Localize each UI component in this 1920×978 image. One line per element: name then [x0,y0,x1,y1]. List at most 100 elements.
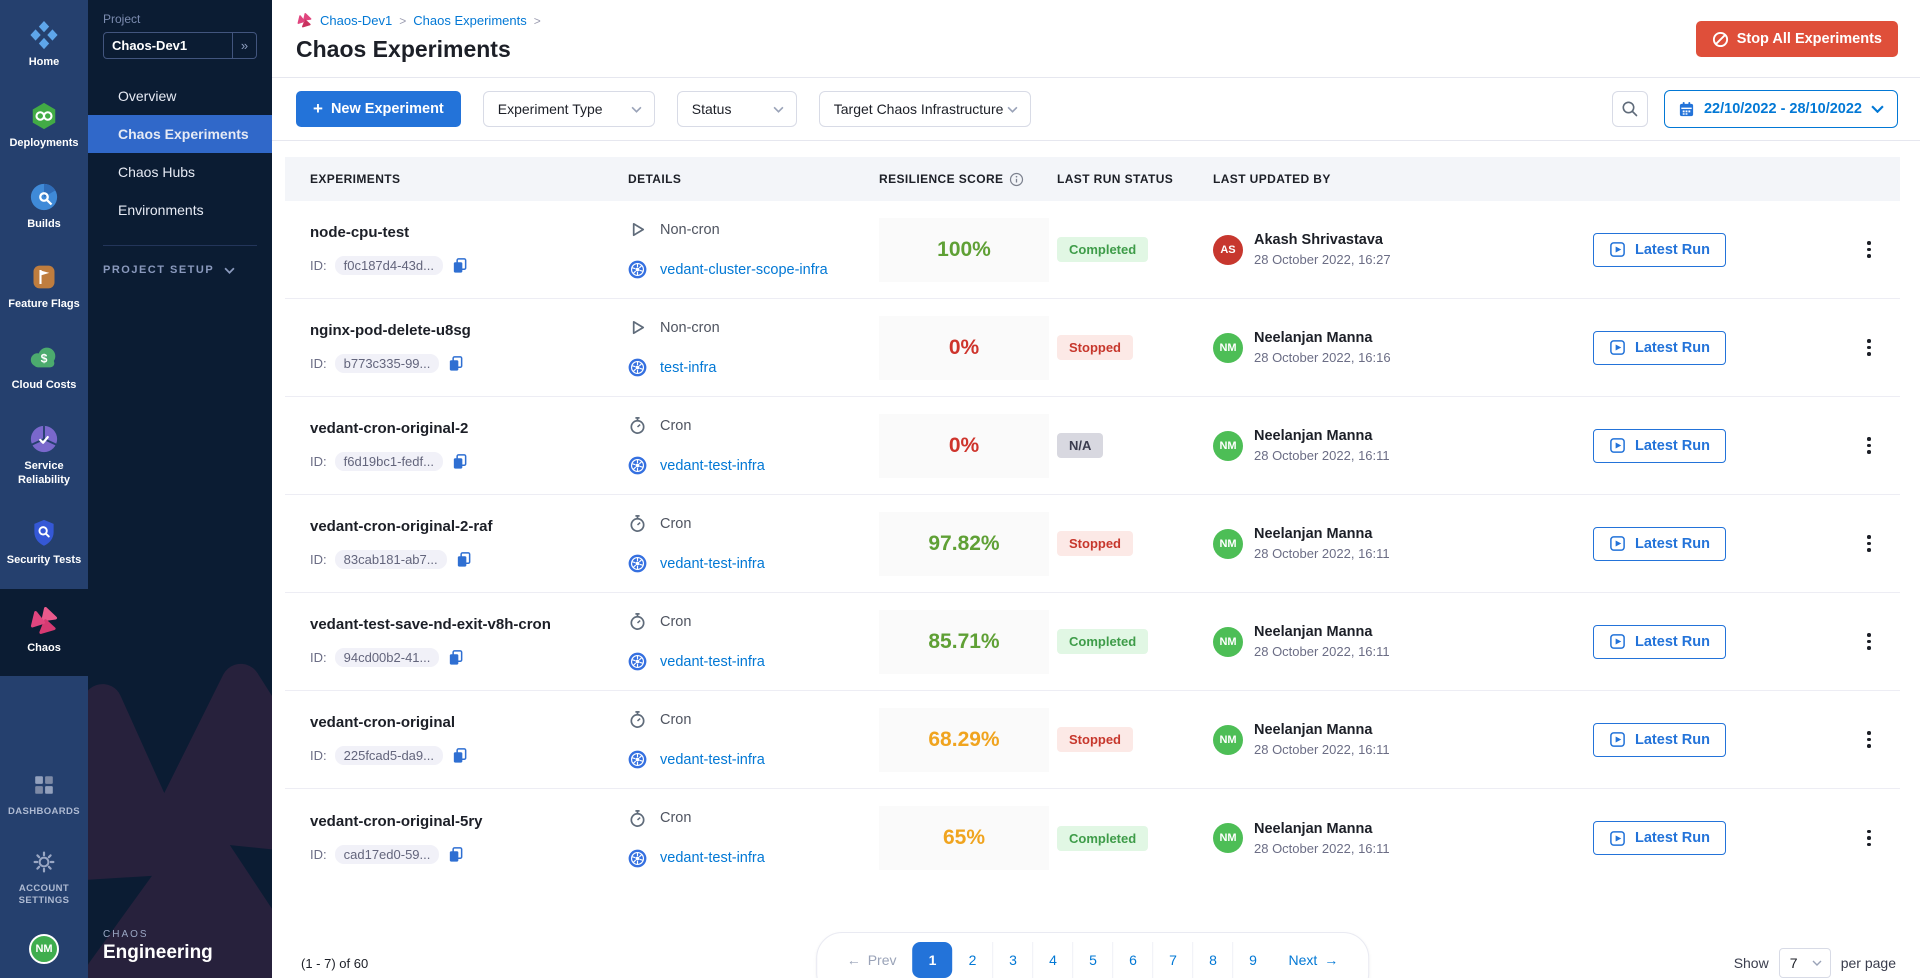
new-experiment-button[interactable]: + New Experiment [296,91,461,127]
updated-by-cell: AS Akash Shrivastava 28 October 2022, 16… [1213,232,1593,267]
infra-link[interactable]: vedant-test-infra [660,556,765,572]
copy-icon[interactable] [447,846,464,863]
latest-run-button[interactable]: Latest Run [1593,233,1726,267]
infra-link[interactable]: vedant-cluster-scope-infra [660,262,828,278]
kebab-menu[interactable] [1857,333,1881,362]
experiment-id: b773c335-99... [335,354,440,373]
latest-run-button[interactable]: Latest Run [1593,429,1726,463]
experiment-name[interactable]: vedant-cron-original-2 [310,420,628,437]
kebab-menu[interactable] [1857,235,1881,264]
schedule-icon [628,220,647,239]
run-icon [1609,339,1626,356]
nav-item-overview[interactable]: Overview [88,77,272,115]
user-avatar[interactable]: NM [29,934,59,964]
last-updated-date: 28 October 2022, 16:11 [1254,644,1390,659]
experiment-name[interactable]: vedant-cron-original [310,714,628,731]
project-selector[interactable]: Chaos-Dev1 » [103,32,257,59]
user-name: Neelanjan Manna [1254,624,1390,640]
infra-link[interactable]: vedant-test-infra [660,850,765,866]
cloud-costs-icon: $ [28,342,60,374]
schedule-icon [628,710,647,729]
kebab-menu[interactable] [1857,431,1881,460]
experiment-name[interactable]: nginx-pod-delete-u8sg [310,322,628,339]
per-page-select[interactable]: 7 [1779,948,1831,978]
date-range-picker[interactable]: 22/10/2022 - 28/10/2022 [1664,90,1898,128]
sidebar-item-feature-flags[interactable]: Feature Flags [0,252,88,321]
experiment-name[interactable]: vedant-cron-original-2-raf [310,518,628,535]
next-page-button[interactable]: Next → [1273,942,1355,978]
sidebar-item-deployments[interactable]: Deployments [0,91,88,160]
sidebar-item-account-settings[interactable]: ACCOUNT SETTINGS [0,837,88,916]
infra-link[interactable]: test-infra [660,360,716,376]
project-setup-toggle[interactable]: PROJECT SETUP [103,264,257,276]
experiment-name[interactable]: vedant-test-save-nd-exit-v8h-cron [310,616,628,633]
last-updated-date: 28 October 2022, 16:27 [1254,252,1391,267]
project-label: Project [103,12,257,26]
page-button-8[interactable]: 8 [1193,942,1233,978]
nav-item-chaos-hubs[interactable]: Chaos Hubs [88,153,272,191]
copy-icon[interactable] [447,649,464,666]
latest-run-button[interactable]: Latest Run [1593,625,1726,659]
user-name: Neelanjan Manna [1254,821,1390,837]
breadcrumb-project-link[interactable]: Chaos-Dev1 [320,13,392,28]
experiment-id: 94cd00b2-41... [335,648,440,667]
infra-link[interactable]: vedant-test-infra [660,458,765,474]
latest-run-button[interactable]: Latest Run [1593,821,1726,855]
page-button-1[interactable]: 1 [913,942,953,978]
kebab-menu[interactable] [1857,824,1881,853]
target-infrastructure-filter[interactable]: Target Chaos Infrastructure [819,91,1031,127]
sidebar-item-service-reliability[interactable]: Service Reliability [0,414,88,497]
page-button-4[interactable]: 4 [1033,942,1073,978]
sidebar-item-builds[interactable]: Builds [0,172,88,241]
copy-icon[interactable] [451,453,468,470]
latest-run-button[interactable]: Latest Run [1593,527,1726,561]
experiment-name[interactable]: node-cpu-test [310,224,628,241]
avatar: AS [1213,235,1243,265]
page-button-3[interactable]: 3 [993,942,1033,978]
schedule-icon [628,514,647,533]
sidebar-item-security-tests[interactable]: Security Tests [0,508,88,577]
status-cell: Stopped [1057,727,1213,752]
page-title: Chaos Experiments [296,36,1896,63]
chaos-module-icon [296,12,313,29]
info-icon[interactable] [1009,172,1024,187]
kebab-menu[interactable] [1857,529,1881,558]
breadcrumb-experiments-link[interactable]: Chaos Experiments [413,13,526,28]
schedule-icon [628,318,647,337]
latest-run-cell: Latest Run [1593,821,1838,855]
sidebar-item-cloud-costs[interactable]: $ Cloud Costs [0,333,88,402]
stop-all-experiments-button[interactable]: Stop All Experiments [1696,21,1898,57]
sidebar-item-chaos[interactable]: Chaos [0,589,88,676]
latest-run-button[interactable]: Latest Run [1593,723,1726,757]
experiment-name[interactable]: vedant-cron-original-5ry [310,813,628,830]
expand-project-icon[interactable]: » [232,33,256,58]
experiment-type-filter[interactable]: Experiment Type [483,91,655,127]
sidebar-item-dashboards[interactable]: DASHBOARDS [0,760,88,827]
kebab-menu[interactable] [1857,725,1881,754]
security-tests-icon [30,517,58,549]
copy-icon[interactable] [451,747,468,764]
page-button-5[interactable]: 5 [1073,942,1113,978]
kebab-menu[interactable] [1857,627,1881,656]
nav-item-chaos-experiments[interactable]: Chaos Experiments [88,115,272,153]
copy-icon[interactable] [451,257,468,274]
copy-icon[interactable] [455,551,472,568]
infra-link[interactable]: vedant-test-infra [660,752,765,768]
page-button-6[interactable]: 6 [1113,942,1153,978]
latest-run-button[interactable]: Latest Run [1593,331,1726,365]
sidebar-item-home[interactable]: Home [0,10,88,79]
status-filter[interactable]: Status [677,91,797,127]
pagination-bar: (1 - 7) of 60 ← Prev 1 2 3 4 5 6 7 8 9 N… [285,922,1900,978]
page-button-7[interactable]: 7 [1153,942,1193,978]
last-updated-date: 28 October 2022, 16:11 [1254,841,1390,856]
infra-link[interactable]: vedant-test-infra [660,654,765,670]
search-button[interactable] [1612,91,1648,127]
latest-run-cell: Latest Run [1593,429,1838,463]
page-button-9[interactable]: 9 [1233,942,1273,978]
nav-item-environments[interactable]: Environments [88,191,272,229]
schedule-type: Cron [660,614,691,630]
page-button-2[interactable]: 2 [953,942,993,978]
run-icon [1609,241,1626,258]
prev-page-button[interactable]: ← Prev [831,942,913,978]
copy-icon[interactable] [447,355,464,372]
